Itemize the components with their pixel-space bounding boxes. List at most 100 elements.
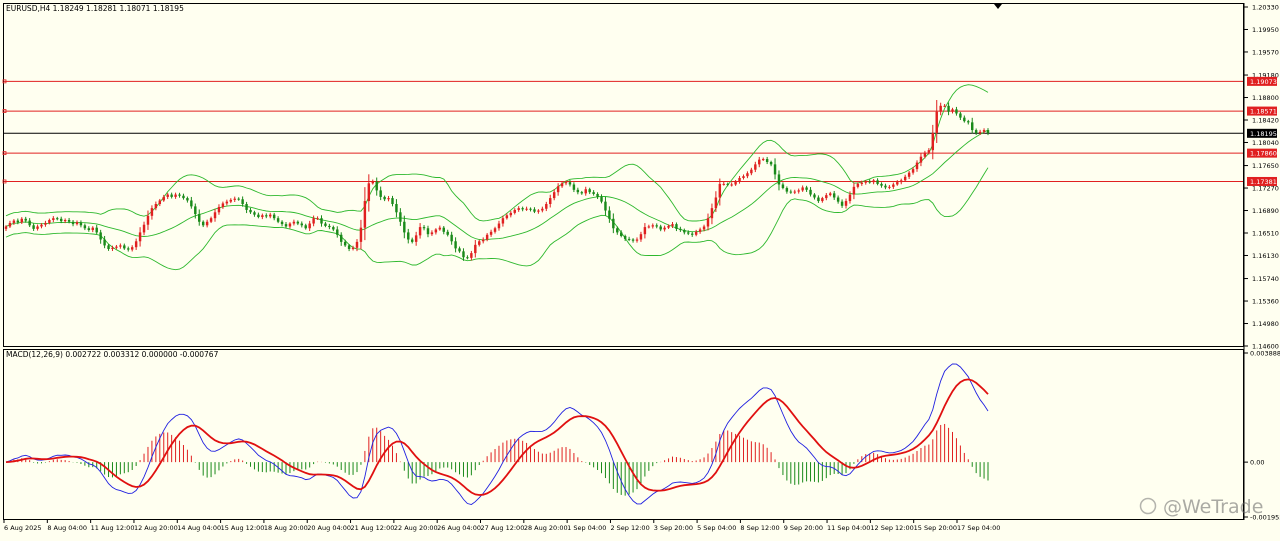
candle-body bbox=[529, 208, 532, 210]
candle-body bbox=[16, 220, 20, 223]
candle-body bbox=[785, 188, 789, 192]
candle-body bbox=[986, 130, 990, 134]
candle-body bbox=[758, 159, 761, 165]
candle-body bbox=[166, 194, 169, 197]
candle-body bbox=[308, 223, 311, 229]
watermark-text: @WeTrade bbox=[1163, 496, 1263, 518]
candle-body bbox=[773, 164, 777, 175]
candle-body bbox=[947, 105, 950, 112]
candle-body bbox=[900, 180, 903, 183]
candle-body bbox=[174, 194, 177, 197]
candle-body bbox=[410, 239, 414, 242]
candle-body bbox=[880, 183, 883, 186]
candle-body bbox=[474, 244, 477, 254]
candle-body bbox=[489, 231, 493, 235]
candle-body bbox=[221, 203, 225, 207]
candle-body bbox=[655, 225, 658, 227]
candle-body bbox=[296, 221, 300, 224]
candle-body bbox=[667, 225, 670, 228]
macd-info: MACD(12,26,9) 0.002722 0.003312 0.000000… bbox=[6, 350, 219, 359]
candle-body bbox=[679, 228, 682, 231]
candle-body bbox=[915, 162, 919, 170]
candle-body bbox=[497, 223, 501, 229]
candle-body bbox=[651, 225, 655, 227]
macd-tick-label: 0.003888 bbox=[1250, 350, 1280, 358]
candle-body bbox=[478, 241, 481, 245]
candle-body bbox=[690, 233, 694, 235]
candle-body bbox=[209, 218, 213, 222]
time-tick-label: 8 Aug 04:00 bbox=[47, 524, 87, 532]
candle-body bbox=[328, 225, 331, 228]
candle-body bbox=[481, 239, 485, 242]
candle-body bbox=[339, 234, 343, 242]
current-price-tag-label: 1.18195 bbox=[1250, 130, 1277, 138]
candle-body bbox=[205, 221, 209, 226]
candle-body bbox=[426, 228, 430, 235]
candle-body bbox=[549, 198, 552, 205]
candle-body bbox=[158, 200, 162, 205]
candle-body bbox=[884, 185, 887, 188]
candle-body bbox=[312, 218, 315, 224]
candle-body bbox=[198, 214, 201, 222]
candle-body bbox=[56, 218, 59, 220]
time-tick-label: 9 Sep 20:00 bbox=[784, 524, 823, 532]
candle-body bbox=[572, 184, 576, 190]
candle-body bbox=[4, 226, 8, 229]
candle-body bbox=[438, 227, 442, 230]
candle-body bbox=[967, 121, 970, 123]
candle-body bbox=[186, 198, 189, 201]
candle-body bbox=[769, 162, 773, 165]
candle-body bbox=[320, 218, 323, 224]
candle-body bbox=[789, 191, 793, 193]
time-tick-label: 11 Aug 12:00 bbox=[91, 524, 135, 532]
price-tick-label: 1.19570 bbox=[1252, 48, 1279, 56]
candle-body bbox=[592, 192, 595, 194]
candle-body bbox=[178, 194, 181, 196]
candle-body bbox=[726, 183, 729, 185]
candle-body bbox=[687, 232, 690, 234]
candle-body bbox=[896, 182, 899, 185]
candle-body bbox=[265, 215, 268, 217]
candle-body bbox=[170, 194, 173, 197]
candle-body bbox=[580, 192, 584, 194]
candle-body bbox=[470, 253, 473, 258]
candle-body bbox=[418, 227, 422, 236]
candle-body bbox=[71, 221, 75, 225]
candle-body bbox=[8, 222, 12, 227]
candle-body bbox=[513, 209, 516, 213]
candle-body bbox=[761, 159, 765, 161]
price-tick-label: 1.18040 bbox=[1252, 139, 1279, 147]
candle-body bbox=[817, 197, 820, 202]
candle-body bbox=[130, 247, 134, 250]
candle-body bbox=[119, 245, 122, 247]
time-tick-label: 2 Sep 12:00 bbox=[610, 524, 649, 532]
candle-body bbox=[616, 228, 619, 233]
level-tag-label: 1.17381 bbox=[1250, 178, 1277, 186]
candle-body bbox=[450, 234, 453, 242]
candle-body bbox=[793, 191, 796, 193]
time-tick-label: 27 Aug 12:00 bbox=[481, 524, 525, 532]
candle-body bbox=[556, 186, 560, 193]
candle-body bbox=[150, 208, 154, 216]
candle-body bbox=[99, 232, 102, 240]
candle-body bbox=[552, 192, 556, 199]
candle-body bbox=[501, 218, 505, 224]
candle-body bbox=[848, 194, 852, 202]
candle-body bbox=[714, 197, 718, 209]
candle-body bbox=[931, 133, 935, 151]
candle-body bbox=[194, 206, 197, 215]
candle-body bbox=[272, 214, 276, 219]
candle-body bbox=[111, 247, 114, 249]
candle-body bbox=[387, 198, 390, 200]
candle-body bbox=[974, 130, 978, 134]
price-tick-label: 1.16510 bbox=[1252, 230, 1279, 238]
price-chart[interactable]: EURUSD,H4 1.18249 1.18281 1.18071 1.1819… bbox=[0, 0, 1280, 537]
price-tick-label: 1.19950 bbox=[1252, 26, 1279, 34]
time-tick-label: 11 Sep 04:00 bbox=[827, 524, 870, 532]
candle-body bbox=[746, 173, 749, 177]
candle-body bbox=[237, 198, 240, 200]
candle-body bbox=[241, 199, 244, 205]
time-tick-label: 5 Sep 04:00 bbox=[697, 524, 736, 532]
candle-body bbox=[521, 208, 524, 210]
candle-body bbox=[738, 177, 741, 182]
